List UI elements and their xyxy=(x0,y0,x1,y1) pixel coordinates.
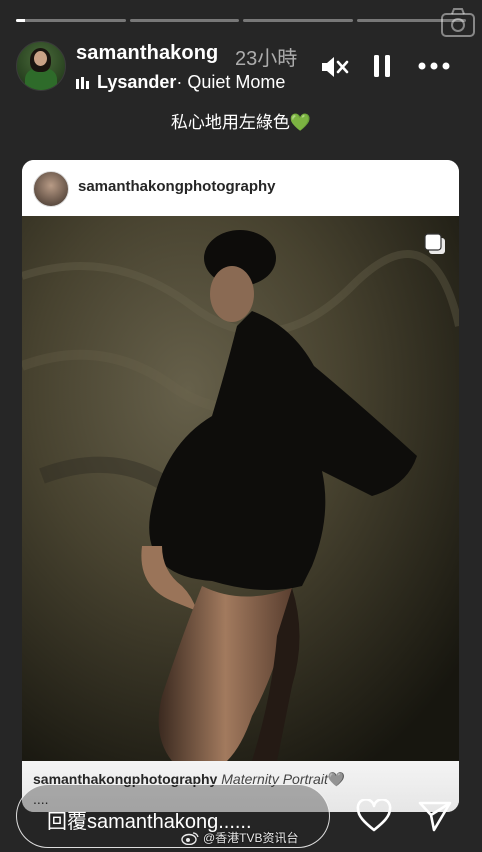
story-progress-bar xyxy=(16,19,466,22)
shared-post-card[interactable]: samanthakongphotography samanthakongphot… xyxy=(22,160,459,812)
music-bars-icon xyxy=(76,76,89,89)
music-sticker[interactable]: Lysander · Quiet Mome xyxy=(76,72,298,93)
multiple-photos-icon xyxy=(424,233,445,254)
watermark-text: @香港TVB资讯台 xyxy=(203,831,299,845)
heart-icon[interactable] xyxy=(356,799,392,833)
pause-icon[interactable] xyxy=(372,53,392,79)
username[interactable]: samanthakong xyxy=(76,42,218,65)
avatar[interactable] xyxy=(16,41,66,91)
music-artist: Lysander xyxy=(97,72,177,92)
time-ago: 23小時 xyxy=(235,48,298,70)
grey-heart-emoji: 🩶 xyxy=(327,771,346,787)
green-heart-emoji: 💚 xyxy=(289,113,312,132)
card-header: samanthakongphotography xyxy=(22,160,459,216)
progress-segment xyxy=(129,19,239,22)
post-photo[interactable] xyxy=(22,216,459,761)
progress-segment xyxy=(16,19,126,22)
camera-icon[interactable] xyxy=(440,5,476,39)
weibo-icon xyxy=(181,831,199,845)
progress-segment xyxy=(243,19,353,22)
card-avatar[interactable] xyxy=(33,171,69,207)
story-header: samanthakong 23小時 Lysander · Quiet Mome xyxy=(16,41,466,93)
story-caption: 私心地用左綠色💚 xyxy=(0,108,482,133)
send-icon[interactable] xyxy=(417,799,453,833)
music-title: · Quiet Mome xyxy=(176,72,286,92)
card-username[interactable]: samanthakongphotography xyxy=(78,178,276,195)
speaker-muted-icon[interactable] xyxy=(319,53,349,81)
more-horizontal-icon[interactable] xyxy=(417,53,451,79)
watermark: @香港TVB资讯台 xyxy=(181,829,299,846)
caption-text: 私心地用左綠色 xyxy=(170,113,290,132)
